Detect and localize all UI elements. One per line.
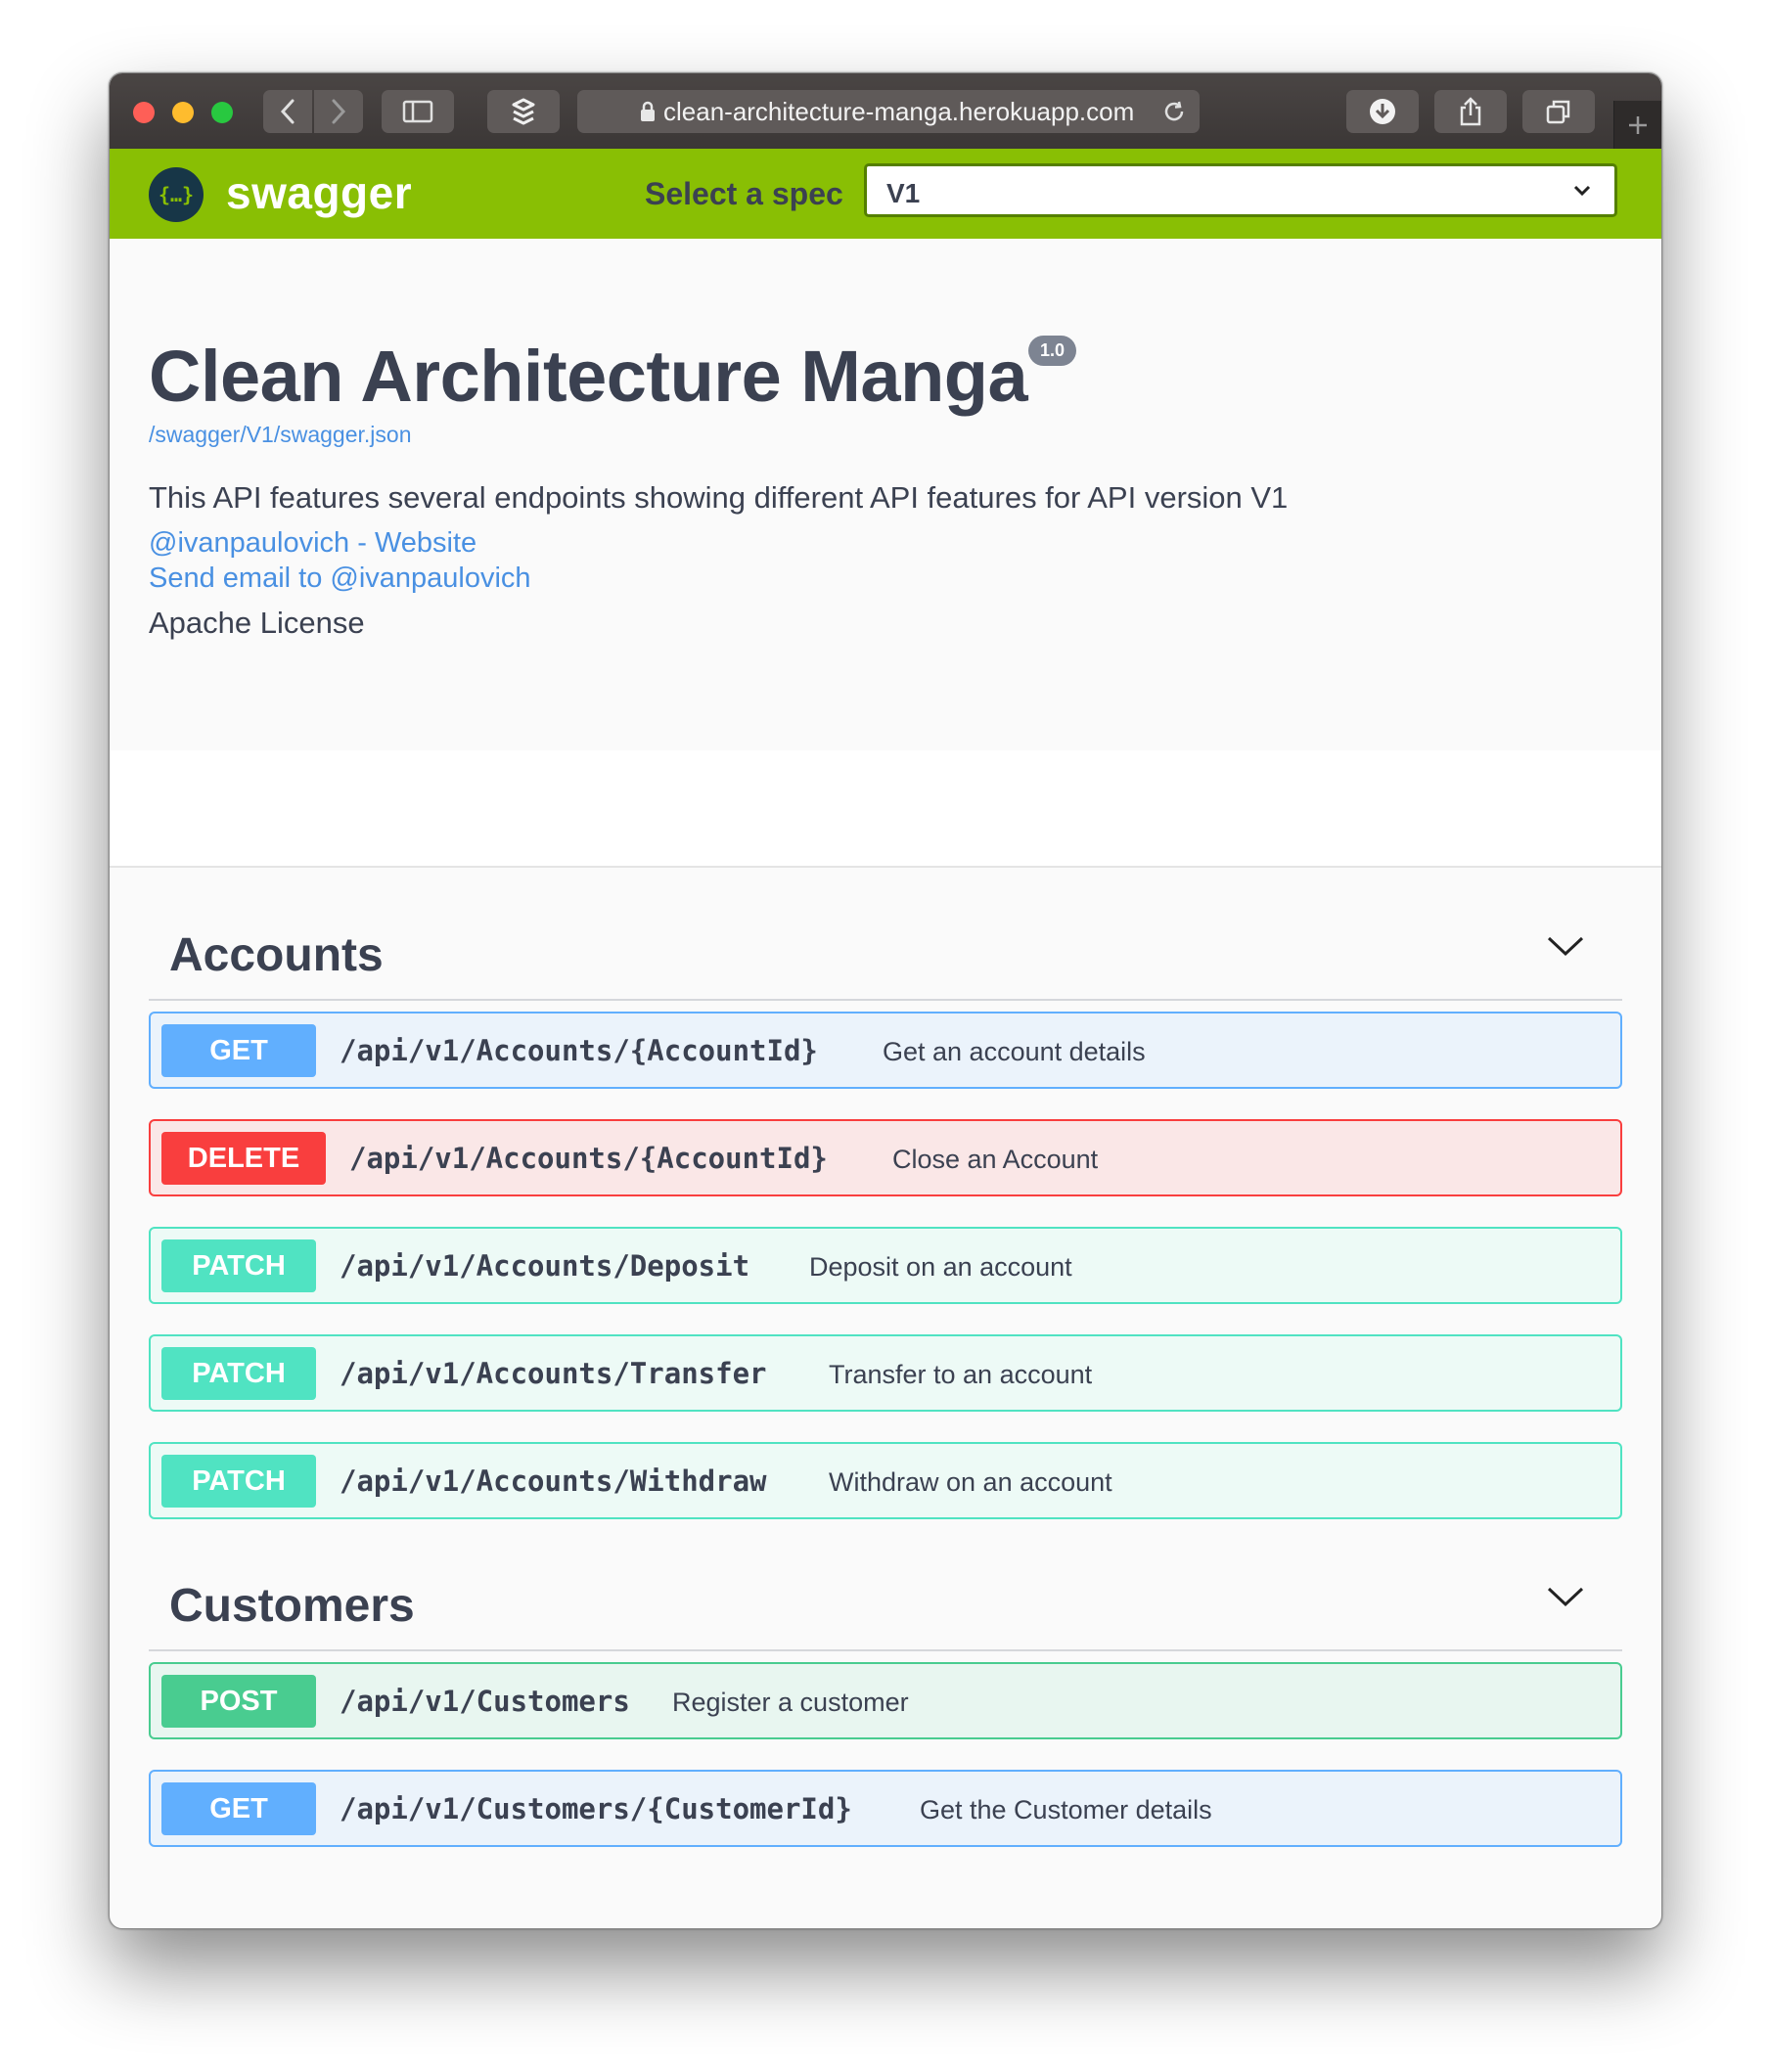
tag-customers: Customers POST /api/v1/Customers Registe… [149, 1550, 1622, 1847]
operation-patch-deposit[interactable]: PATCH /api/v1/Accounts/Deposit Deposit o… [149, 1227, 1622, 1304]
url-text: clean-architecture-manga.herokuapp.com [663, 96, 1135, 126]
method-badge: PATCH [161, 1347, 316, 1400]
tab-overview-button[interactable] [1522, 90, 1595, 133]
new-tab-icon [1629, 115, 1647, 134]
operation-summary: Deposit on an account [809, 1252, 1072, 1282]
chevron-down-icon [1573, 185, 1591, 197]
swagger-logo-icon[interactable]: {…} [149, 167, 204, 222]
share-icon [1460, 97, 1481, 126]
logo-symbol: {…} [158, 183, 195, 206]
spec-select-value: V1 [886, 178, 921, 208]
chevron-down-icon[interactable] [1546, 934, 1585, 958]
tag-title: Accounts [169, 929, 384, 981]
spec-select[interactable]: V1 [864, 163, 1617, 217]
chevron-down-icon[interactable] [1546, 1585, 1585, 1608]
minimize-window-button[interactable] [172, 102, 194, 123]
share-button[interactable] [1434, 90, 1507, 133]
extension-icon [512, 98, 535, 125]
tag-title: Customers [169, 1580, 415, 1632]
method-badge: GET [161, 1782, 316, 1835]
forward-icon [332, 99, 346, 124]
operation-path: /api/v1/Accounts/{AccountId} [349, 1142, 828, 1175]
lock-icon [641, 101, 655, 121]
download-icon [1370, 99, 1395, 124]
api-info: Clean Architecture Manga 1.0 /swagger/V1… [110, 239, 1661, 750]
tabs-icon [1546, 100, 1570, 124]
tag-accounts: Accounts GET /api/v1/Accounts/{AccountId… [149, 899, 1622, 1519]
sidebar-button[interactable] [382, 90, 454, 133]
scheme-container [110, 750, 1661, 868]
version-badge: 1.0 [1028, 336, 1077, 366]
back-button[interactable] [263, 90, 312, 133]
close-window-button[interactable] [133, 102, 155, 123]
downloads-button[interactable] [1346, 90, 1419, 133]
extension-button[interactable] [487, 90, 560, 133]
sidebar-icon [402, 100, 433, 123]
select-spec-label: Select a spec [645, 176, 843, 211]
contact-website-link[interactable]: @ivanpaulovich - Website [149, 527, 476, 560]
operation-summary: Register a customer [672, 1688, 909, 1717]
zoom-window-button[interactable] [211, 102, 233, 123]
method-badge: DELETE [161, 1132, 326, 1185]
method-badge: PATCH [161, 1455, 316, 1508]
method-badge: PATCH [161, 1239, 316, 1292]
operation-patch-transfer[interactable]: PATCH /api/v1/Accounts/Transfer Transfer… [149, 1334, 1622, 1412]
operation-path: /api/v1/Accounts/Withdraw [340, 1464, 767, 1498]
operation-path: /api/v1/Accounts/{AccountId} [340, 1034, 818, 1067]
browser-window: clean-architecture-manga.herokuapp.com {… [109, 72, 1662, 1929]
reload-icon[interactable] [1162, 100, 1186, 123]
address-bar[interactable]: clean-architecture-manga.herokuapp.com [577, 90, 1200, 133]
swagger-topbar: {…} swagger Select a spec V1 [110, 149, 1661, 239]
operation-summary: Get the Customer details [920, 1795, 1212, 1824]
operation-get-customer[interactable]: GET /api/v1/Customers/{CustomerId} Get t… [149, 1770, 1622, 1847]
spec-url-link[interactable]: /swagger/V1/swagger.json [149, 422, 412, 448]
operation-summary: Get an account details [883, 1037, 1146, 1066]
operation-summary: Withdraw on an account [829, 1467, 1112, 1497]
swagger-logo-text[interactable]: swagger [226, 166, 412, 219]
operation-delete-account[interactable]: DELETE /api/v1/Accounts/{AccountId} Clos… [149, 1119, 1622, 1196]
tag-header-customers[interactable]: Customers [149, 1550, 1622, 1651]
back-icon [280, 99, 295, 124]
operation-path: /api/v1/Accounts/Deposit [340, 1249, 750, 1283]
page-title: Clean Architecture Manga [149, 336, 1028, 417]
forward-button[interactable] [314, 90, 363, 133]
method-badge: GET [161, 1024, 316, 1077]
operation-patch-withdraw[interactable]: PATCH /api/v1/Accounts/Withdraw Withdraw… [149, 1442, 1622, 1519]
operation-summary: Transfer to an account [829, 1360, 1093, 1389]
browser-toolbar: clean-architecture-manga.herokuapp.com [110, 73, 1661, 149]
contact-email-link[interactable]: Send email to @ivanpaulovich [149, 563, 531, 595]
operation-summary: Close an Account [892, 1145, 1099, 1174]
method-badge: POST [161, 1675, 316, 1728]
new-tab-button[interactable] [1613, 101, 1661, 149]
operation-path: /api/v1/Accounts/Transfer [340, 1357, 767, 1390]
license-text: Apache License [149, 606, 365, 640]
api-description: This API features several endpoints show… [149, 480, 1289, 515]
operation-post-customer[interactable]: POST /api/v1/Customers Register a custom… [149, 1662, 1622, 1739]
operation-path: /api/v1/Customers/{CustomerId} [340, 1792, 852, 1825]
operation-get-account[interactable]: GET /api/v1/Accounts/{AccountId} Get an … [149, 1012, 1622, 1089]
operation-path: /api/v1/Customers [340, 1685, 630, 1718]
tag-header-accounts[interactable]: Accounts [149, 899, 1622, 1001]
